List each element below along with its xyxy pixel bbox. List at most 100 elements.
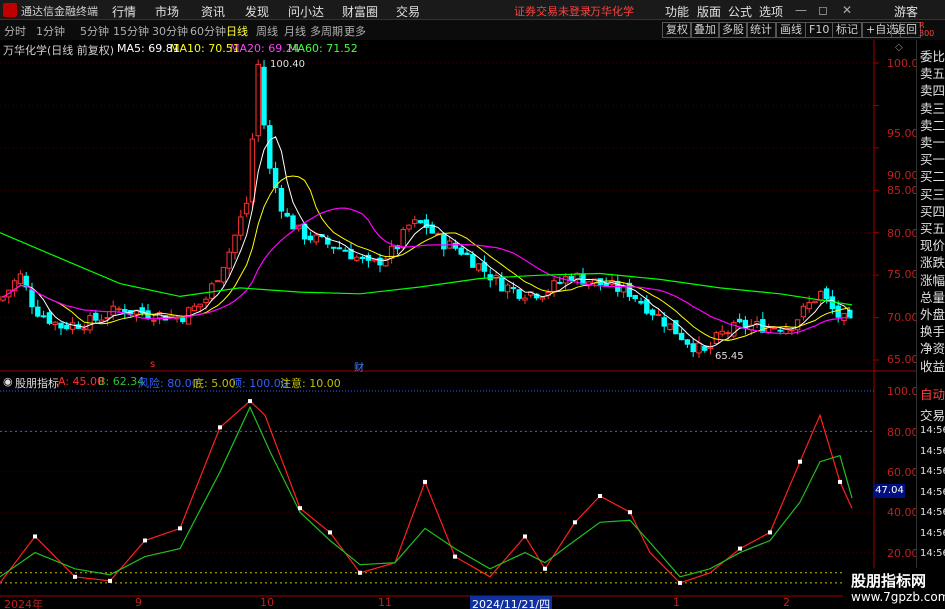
indicator-settings-icon[interactable]: ◉ bbox=[3, 375, 13, 388]
candle-body bbox=[504, 284, 511, 293]
candle-body bbox=[290, 215, 296, 230]
quote-field-label: 买四 bbox=[920, 203, 945, 219]
toolbar-back-button[interactable]: 返回 bbox=[891, 22, 921, 38]
quote-side-panel: 委比 卖五 卖四 卖三 卖二 卖一 买一 买二 买三 买四 买五 现价 涨跌 涨幅 总量 外盘 换手 净资 收益 自动… bbox=[916, 40, 945, 609]
close-icon[interactable]: ✕ bbox=[842, 3, 852, 17]
ma60-label: MA60: 71.52 bbox=[288, 42, 358, 55]
user-label[interactable]: 游客 bbox=[894, 3, 918, 20]
indicator-line-b bbox=[0, 405, 853, 578]
signal-dot bbox=[33, 534, 37, 539]
candle-body bbox=[800, 305, 807, 318]
broker-status[interactable]: 证券交易未登录 bbox=[514, 3, 591, 19]
x-tick: 2 bbox=[783, 596, 790, 609]
candle-body bbox=[696, 342, 702, 354]
candle-body bbox=[818, 290, 824, 301]
quote-trade-tab[interactable]: 自动 bbox=[920, 384, 945, 403]
toolbar-stats-button[interactable]: 统计 bbox=[746, 22, 776, 38]
candle-body bbox=[777, 329, 783, 332]
ind-y-tick: 80.00 bbox=[887, 426, 919, 439]
indicator-name[interactable]: 股朋指标 bbox=[15, 375, 59, 391]
candle-body bbox=[17, 273, 24, 285]
period-more[interactable]: 更多 bbox=[344, 23, 366, 39]
stock-name-top: 万华化学 bbox=[590, 5, 634, 18]
candle-body bbox=[58, 322, 64, 329]
toolbar-adjust-button[interactable]: 复权 bbox=[662, 22, 692, 38]
period-15min[interactable]: 15分钟 bbox=[113, 23, 149, 39]
toolbar-draw-button[interactable]: 画线 bbox=[776, 22, 806, 38]
candlesticks bbox=[0, 59, 853, 359]
candle-body bbox=[632, 295, 638, 300]
menu-item-quotes[interactable]: 行情 bbox=[112, 3, 136, 20]
candle-body bbox=[452, 242, 459, 249]
period-monthly[interactable]: 月线 bbox=[284, 23, 306, 39]
toolbar-f10-button[interactable]: F10 bbox=[805, 22, 834, 38]
period-daily[interactable]: 日线 bbox=[226, 23, 248, 39]
candle-body bbox=[267, 125, 273, 169]
candle-body bbox=[116, 308, 122, 311]
candle-body bbox=[568, 276, 575, 282]
moving-averages bbox=[0, 136, 853, 348]
minimize-icon[interactable]: — bbox=[795, 3, 807, 17]
quote-field-label: 涨幅 bbox=[920, 272, 945, 288]
candle-body bbox=[847, 309, 853, 319]
indicator-lines bbox=[0, 399, 853, 585]
kline-chart[interactable] bbox=[0, 40, 916, 609]
signal-dot bbox=[628, 510, 632, 515]
restore-icon[interactable]: ◻ bbox=[818, 3, 828, 17]
signal-dot bbox=[768, 530, 772, 535]
toolbar-overlay-button[interactable]: 叠加 bbox=[690, 22, 720, 38]
ma60-line bbox=[0, 232, 853, 306]
menu-item-ask[interactable]: 问小达 bbox=[288, 3, 324, 20]
candle-body bbox=[499, 276, 505, 292]
period-60min[interactable]: 60分钟 bbox=[190, 23, 226, 39]
app-title: 通达信金融终端 bbox=[21, 5, 98, 18]
candle-body bbox=[249, 138, 256, 203]
menu-item-news[interactable]: 资讯 bbox=[201, 3, 225, 20]
candle-body bbox=[359, 256, 366, 259]
menu-item-discover[interactable]: 发现 bbox=[245, 3, 269, 20]
y-tick: 90.00 bbox=[887, 169, 919, 182]
max-price-label: 100.40 bbox=[270, 59, 305, 70]
period-1min[interactable]: 1分钟 bbox=[36, 23, 65, 39]
signal-dot bbox=[573, 520, 577, 525]
candle-body bbox=[214, 280, 221, 283]
period-weekly[interactable]: 周线 bbox=[256, 23, 278, 39]
candle-body bbox=[301, 223, 308, 240]
signal-dot bbox=[523, 534, 527, 539]
menu-item-trade[interactable]: 交易 bbox=[396, 3, 420, 20]
candle-body bbox=[667, 323, 673, 330]
y-tick: 75.00 bbox=[887, 268, 919, 281]
tick-time: 14:56 bbox=[920, 507, 945, 518]
menu-item-options[interactable]: 选项 bbox=[759, 3, 783, 20]
quote-field-label: 卖二 bbox=[920, 117, 945, 133]
candle-body bbox=[678, 332, 685, 341]
menu-item-market[interactable]: 市场 bbox=[155, 3, 179, 20]
signal-dot bbox=[358, 570, 362, 575]
chart-collapse-icon[interactable]: ◇ bbox=[895, 42, 903, 53]
period-30min[interactable]: 30分钟 bbox=[152, 23, 188, 39]
toolbar-multistock-button[interactable]: 多股 bbox=[718, 22, 748, 38]
signal-dot bbox=[678, 580, 682, 585]
menu-bar: 通达信金融终端 行情 市场 资讯 发现 问小达 财富圈 交易 证券交易未登录 万… bbox=[0, 0, 945, 20]
y-tick: 80.00 bbox=[887, 227, 919, 240]
candle-body bbox=[238, 216, 244, 236]
candle-body bbox=[191, 305, 198, 312]
signal-dot bbox=[328, 530, 332, 535]
period-multi[interactable]: 多周期 bbox=[310, 23, 343, 39]
menu-item-formula[interactable]: 公式 bbox=[728, 3, 752, 20]
finance-marker[interactable]: 财 bbox=[354, 359, 364, 374]
ind-y-tick: 60.00 bbox=[887, 466, 919, 479]
menu-item-wealth[interactable]: 财富圈 bbox=[342, 3, 378, 20]
quote-trade-tab[interactable]: 交易 bbox=[920, 405, 945, 424]
period-5min[interactable]: 5分钟 bbox=[80, 23, 109, 39]
candle-body bbox=[81, 328, 87, 331]
candle-body bbox=[719, 330, 725, 335]
quote-field-label: 净资 bbox=[920, 341, 945, 357]
menu-item-layout[interactable]: 版面 bbox=[697, 3, 721, 20]
period-intraday[interactable]: 分时 bbox=[4, 23, 26, 39]
candle-body bbox=[313, 234, 319, 243]
y-tick: 100.0 bbox=[887, 57, 919, 70]
toolbar-mark-button[interactable]: 标记 bbox=[832, 22, 862, 38]
tick-time: 14:56 bbox=[920, 486, 945, 498]
menu-item-function[interactable]: 功能 bbox=[665, 3, 689, 20]
